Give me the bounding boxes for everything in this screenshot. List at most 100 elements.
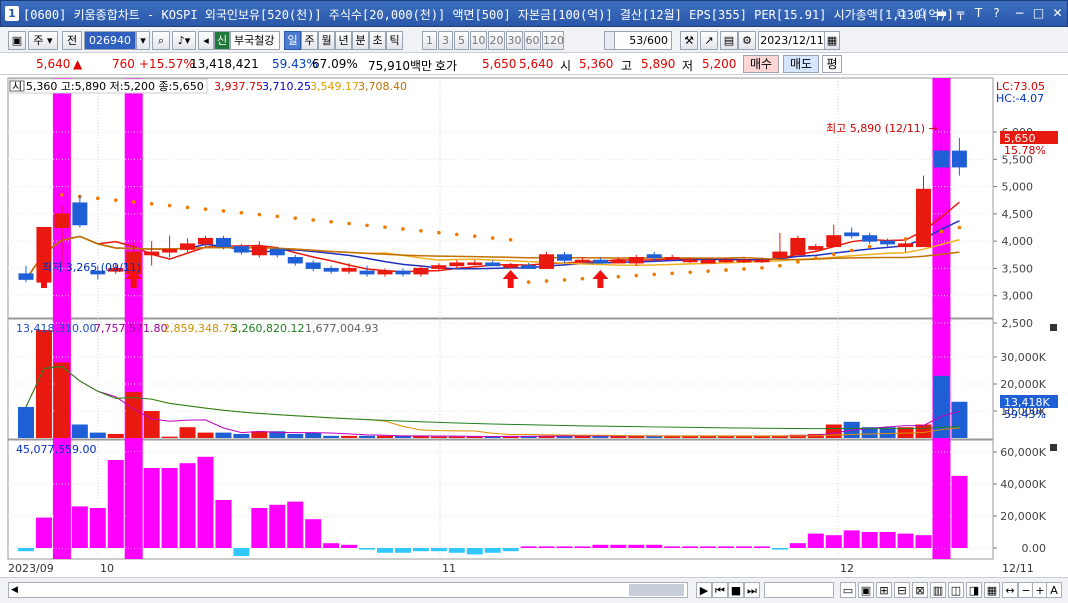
hoga-label: 호가 bbox=[435, 59, 458, 73]
flat-button[interactable]: 평 bbox=[822, 55, 842, 73]
sound-icon[interactable]: ♪▾ bbox=[172, 31, 196, 50]
volume-bar-5 bbox=[107, 433, 124, 438]
volume-bar-4 bbox=[89, 432, 106, 438]
interval-button-1[interactable]: 1 bbox=[422, 31, 437, 50]
buy-button[interactable]: 매수 bbox=[743, 55, 779, 73]
period-tab-0[interactable]: 일 bbox=[284, 31, 301, 50]
period-tab-3[interactable]: 년 bbox=[335, 31, 352, 50]
candle-body-24 bbox=[449, 262, 465, 267]
compare-icon[interactable]: ⊠ bbox=[912, 582, 928, 598]
candle-body-39 bbox=[718, 259, 734, 263]
type-select[interactable]: 주 ▾ bbox=[28, 31, 58, 50]
period-tab-2[interactable]: 월 bbox=[318, 31, 335, 50]
overlay-icon[interactable]: ◫ bbox=[948, 582, 964, 598]
chart-icon[interactable]: ▥ bbox=[930, 582, 946, 598]
chart-area[interactable]: 6,0005,5005,0004,5004,0003,5003,0002,500… bbox=[0, 75, 1068, 577]
scroll-right-icon[interactable]: ▶ bbox=[696, 582, 712, 598]
flow-bar-10 bbox=[197, 456, 214, 548]
prev-button[interactable]: 전 bbox=[62, 31, 82, 50]
zoom-range-icon[interactable]: ⊞ bbox=[876, 582, 892, 598]
flow-bar-47 bbox=[861, 532, 878, 548]
volume-label-3: 3,260,820.12 bbox=[231, 322, 304, 335]
bar-count-input[interactable]: 53/600 bbox=[614, 31, 672, 50]
interval-button-5[interactable]: 5 bbox=[454, 31, 469, 50]
save-icon[interactable]: ▤ bbox=[720, 31, 738, 50]
zoom-scroll[interactable] bbox=[764, 582, 834, 598]
rewind-icon[interactable]: ⏮ bbox=[712, 582, 728, 598]
stop-icon[interactable]: ■ bbox=[728, 582, 744, 598]
interval-button-3[interactable]: 3 bbox=[438, 31, 453, 50]
flow-label: 45,077,559.00 bbox=[16, 443, 96, 456]
maximize-icon[interactable]: □ bbox=[1031, 6, 1046, 21]
interval-button-10[interactable]: 10 bbox=[470, 31, 487, 50]
volume-pct: 59.43% bbox=[1004, 408, 1046, 421]
print-icon[interactable]: ⎙ bbox=[914, 6, 929, 21]
zoom-area-icon[interactable]: ▣ bbox=[858, 582, 874, 598]
flow-bar-3 bbox=[71, 506, 88, 548]
scroll-thumb[interactable] bbox=[629, 584, 684, 596]
flow-bar-25 bbox=[466, 548, 483, 555]
candle-body-34 bbox=[628, 257, 644, 264]
sar-point-43 bbox=[831, 252, 836, 257]
date-input[interactable]: 2023/12/11 bbox=[758, 31, 826, 50]
font-size-icon[interactable]: A bbox=[1046, 582, 1062, 598]
period-tab-1[interactable]: 주 bbox=[301, 31, 318, 50]
interval-button-60[interactable]: 60 bbox=[524, 31, 541, 50]
calendar-icon[interactable]: ▦ bbox=[824, 31, 840, 50]
stock-code-input[interactable]: 026940 bbox=[84, 31, 136, 50]
zoom-fit-icon[interactable]: ▭ bbox=[840, 582, 856, 598]
candle-body-37 bbox=[682, 259, 698, 263]
layout-icon[interactable]: ▣ bbox=[8, 31, 26, 50]
scroll-left-icon[interactable]: ◀ bbox=[11, 584, 21, 596]
prev-stock-icon[interactable]: ◂ bbox=[198, 31, 214, 50]
flow-bar-28 bbox=[520, 546, 537, 548]
flow-bar-35 bbox=[646, 544, 663, 548]
multi-icon[interactable]: ▦ bbox=[984, 582, 1000, 598]
price-panel-frame bbox=[7, 77, 994, 319]
flow-bar-37 bbox=[682, 546, 699, 548]
candle-body-36 bbox=[664, 257, 680, 260]
sar-point-0 bbox=[60, 192, 64, 197]
pin-icon[interactable]: ╤ bbox=[953, 6, 968, 21]
period-tab-4[interactable]: 분 bbox=[352, 31, 369, 50]
split-icon[interactable]: ◨ bbox=[966, 582, 982, 598]
sar-point-10 bbox=[239, 210, 244, 215]
sar-point-33 bbox=[652, 272, 657, 277]
sar-point-36 bbox=[706, 269, 710, 273]
volume-bar-2 bbox=[53, 362, 70, 438]
volume-bar-3 bbox=[71, 424, 88, 438]
chart-type-icon[interactable]: ⊟ bbox=[894, 582, 910, 598]
draw-icon[interactable]: ↗ bbox=[700, 31, 718, 50]
interval-button-30[interactable]: 30 bbox=[506, 31, 523, 50]
volume-bar-9 bbox=[179, 427, 196, 438]
price-axis-label-5: 3,500 bbox=[1002, 262, 1034, 275]
interval-button-120[interactable]: 120 bbox=[542, 31, 564, 50]
minimize-icon[interactable]: − bbox=[1012, 6, 1027, 21]
window-title: [0600] 키움종합차트 - KOSPI 외국인보유[520(천)] 주식수[… bbox=[23, 8, 954, 22]
fast-forward-icon[interactable]: ⏭ bbox=[744, 582, 760, 598]
chart-scrollbar[interactable]: ◀ bbox=[8, 582, 688, 598]
help-icon[interactable]: ? bbox=[989, 6, 1004, 21]
gear-icon[interactable]: ⚙ bbox=[738, 31, 756, 50]
flow-bar-15 bbox=[287, 501, 304, 548]
candle-body-28 bbox=[521, 265, 537, 269]
sell-button[interactable]: 매도 bbox=[783, 55, 819, 73]
close-icon[interactable]: ✕ bbox=[1050, 6, 1065, 21]
flow-bar-42 bbox=[771, 548, 788, 550]
indicator-icon[interactable]: ⚒ bbox=[680, 31, 698, 50]
sar-point-49 bbox=[939, 229, 944, 234]
period-tab-6[interactable]: 틱 bbox=[386, 31, 403, 50]
restore-icon[interactable]: ⧉ bbox=[894, 6, 909, 21]
search-icon[interactable]: ⌕ bbox=[152, 31, 170, 50]
candle-body-40 bbox=[736, 259, 752, 263]
minimize-bar-icon[interactable]: ▬ bbox=[934, 6, 949, 21]
interval-button-20[interactable]: 20 bbox=[488, 31, 505, 50]
volume-ratio: 59.43% bbox=[272, 57, 318, 71]
code-dropdown-icon[interactable]: ▾ bbox=[136, 31, 150, 50]
candle-body-32 bbox=[592, 259, 608, 264]
period-tab-5[interactable]: 초 bbox=[369, 31, 386, 50]
arrow-icon[interactable]: ↔ bbox=[1002, 582, 1018, 598]
candle-body-31 bbox=[574, 259, 590, 263]
tile-icon[interactable]: T bbox=[971, 6, 986, 21]
ohlc-label: 시:5,360 고:5,890 저:5,200 종:5,650 bbox=[12, 80, 204, 93]
